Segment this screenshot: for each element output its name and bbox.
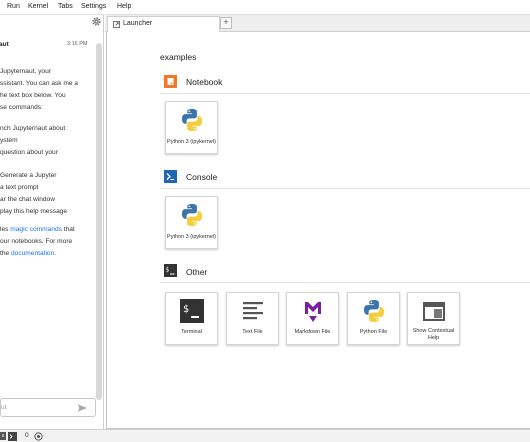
text-file-card[interactable]: Text File	[226, 292, 279, 345]
python-file-card[interactable]: Python File	[347, 292, 400, 345]
terminal-status-icon[interactable]	[8, 432, 17, 441]
menu-run[interactable]: Run	[7, 3, 20, 10]
chat-input[interactable]: ut	[0, 398, 96, 417]
tab-label: Launcher	[123, 20, 153, 27]
chat-line: ar the chat window	[0, 196, 55, 203]
chat-line: our notebooks. For more	[0, 238, 73, 245]
chat-line: nch Jupyternaut about	[0, 125, 66, 132]
launcher-directory: examples	[160, 52, 197, 62]
chat-input-placeholder: ut	[1, 404, 7, 411]
chat-help-paragraph: les magic commands that	[0, 224, 75, 236]
chat-line: question about your	[0, 149, 58, 156]
notebook-python3-card[interactable]: Python 3 (ipykernel)	[165, 101, 218, 154]
chat-text: that	[61, 226, 75, 233]
markdown-icon	[305, 302, 321, 322]
text-file-icon	[243, 302, 263, 320]
card-label: Markdown File	[294, 329, 331, 335]
card-label: Show Contextual Help	[412, 328, 455, 341]
gear-icon[interactable]	[91, 16, 102, 27]
chat-line: Jupyternaut, your	[0, 68, 51, 75]
section-other: Other	[186, 267, 208, 277]
menu-settings[interactable]: Settings	[81, 3, 106, 10]
status-bar: s 0	[0, 429, 530, 442]
console-icon	[164, 170, 177, 183]
add-tab-button[interactable]: +	[220, 17, 232, 29]
tab-launcher[interactable]: Launcher	[107, 16, 220, 32]
section-divider	[160, 188, 530, 189]
chat-line: play this help message	[0, 208, 68, 215]
menu-tabs[interactable]: Tabs	[58, 3, 73, 10]
section-divider	[160, 282, 530, 283]
contextual-help-card[interactable]: Show Contextual Help	[407, 292, 460, 345]
menu-help[interactable]: Help	[117, 3, 131, 10]
chat-scrollbar[interactable]	[96, 43, 102, 400]
menu-bar: Run Kernel Tabs Settings Help	[0, 0, 530, 15]
svg-text:$: $	[166, 267, 170, 274]
chat-line: he text box below. You	[0, 92, 66, 99]
chat-line: se commands:	[0, 104, 43, 111]
chat-panel: aut 3:16 PM Jupyternaut, your ssistant. …	[0, 15, 104, 429]
contextual-help-icon	[423, 302, 445, 321]
menu-kernel[interactable]: Kernel	[28, 3, 48, 10]
section-console: Console	[186, 172, 218, 182]
chat-text: the	[0, 250, 11, 257]
card-label: Python File	[359, 329, 388, 335]
chat-text: les	[0, 226, 11, 233]
chat-help-paragraph-end: the documentation.	[0, 248, 56, 260]
status-mode[interactable]: s	[0, 432, 6, 440]
chat-line: Generate a Jupyter	[0, 172, 57, 179]
chat-author: aut	[0, 41, 9, 48]
tab-bar: Launcher +	[105, 15, 530, 32]
section-divider	[160, 93, 530, 94]
notebook-icon	[164, 75, 177, 88]
section-notebook: Notebook	[186, 77, 223, 87]
send-icon[interactable]	[77, 403, 88, 413]
chat-timestamp: 3:16 PM	[67, 41, 88, 47]
chat-line: ystem	[0, 137, 18, 144]
card-label: Python 3 (ipykernel)	[167, 139, 216, 145]
card-label: Python 3 (ipykernel)	[167, 234, 216, 240]
terminal-icon: $	[180, 299, 204, 323]
terminal-card[interactable]: $ Terminal	[165, 292, 218, 345]
svg-text:$: $	[183, 304, 189, 315]
chat-line: ssistant. You can ask me a	[0, 80, 79, 87]
python-logo-icon	[182, 109, 202, 131]
kernel-status-icon[interactable]	[34, 432, 43, 441]
documentation-link[interactable]: documentation	[11, 250, 54, 257]
console-python3-card[interactable]: Python 3 (ipykernel)	[165, 196, 218, 249]
terminal-section-icon: $	[164, 264, 177, 277]
python-logo-icon	[364, 300, 384, 322]
magic-commands-link[interactable]: magic commands	[10, 226, 62, 233]
launcher-tab-icon	[113, 21, 120, 28]
markdown-file-card[interactable]: Markdown File	[286, 292, 339, 345]
card-label: Text File	[242, 329, 263, 335]
status-count: 0	[25, 432, 29, 439]
python-logo-icon	[182, 204, 202, 226]
chat-text: .	[54, 250, 57, 257]
chat-line: a text prompt	[0, 184, 39, 191]
card-label: Terminal	[181, 329, 202, 335]
